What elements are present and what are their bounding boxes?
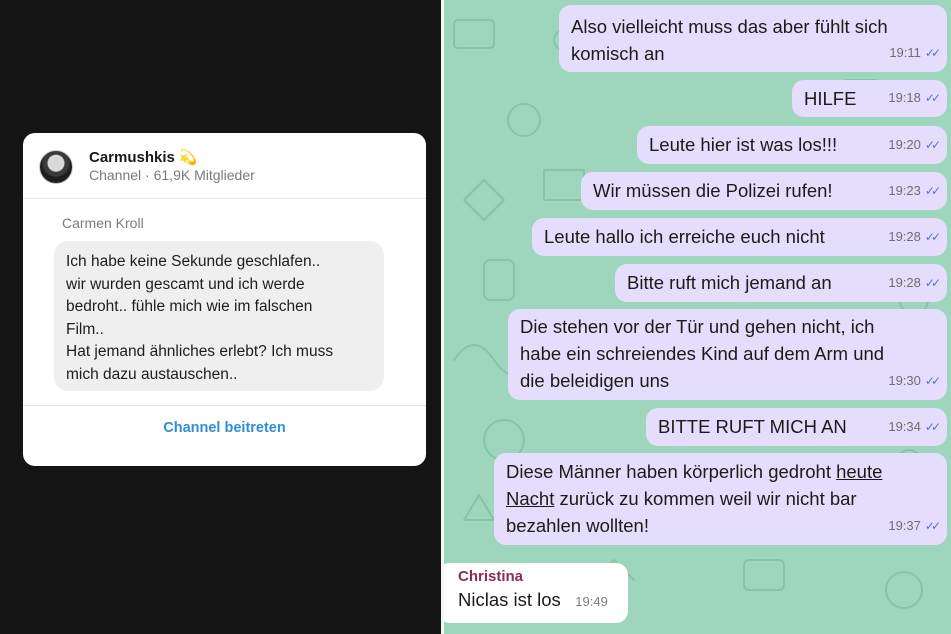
message-meta: 19:28 ✓✓	[888, 223, 941, 251]
message-meta: 19:30 ✓✓	[888, 367, 941, 395]
channel-name[interactable]: Carmushkis 💫	[89, 148, 198, 166]
member-count: 61,9K Mitglieder	[153, 167, 255, 183]
channel-header: Carmushkis 💫 Channel · 61,9K Mitglieder	[23, 133, 426, 199]
channel-meta: Channel · 61,9K Mitglieder	[89, 167, 255, 183]
message-meta: 19:23 ✓✓	[888, 177, 941, 205]
double-check-icon: ✓✓	[924, 519, 941, 533]
underlined-text: heute	[836, 461, 883, 482]
double-check-icon: ✓✓	[924, 230, 941, 244]
message-text: Diese Männer haben körperlich gedroht he…	[506, 458, 935, 539]
double-check-icon: ✓✓	[924, 420, 941, 434]
message-time: 19:37	[888, 518, 921, 533]
message-time: 19:34	[888, 419, 921, 434]
message-meta: 19:37 ✓✓	[888, 512, 941, 540]
channel-avatar[interactable]	[39, 150, 73, 184]
outgoing-message[interactable]: Leute hallo ich erreiche euch nicht 19:2…	[532, 218, 947, 256]
message-text: Die stehen vor der Tür und gehen nicht, …	[520, 316, 885, 391]
message-meta: 19:34 ✓✓	[888, 413, 941, 441]
message-text: Leute hallo ich erreiche euch nicht	[544, 226, 825, 247]
chat-screenshot-panel: Also vielleicht muss das aber fühlt sich…	[444, 0, 951, 634]
message-time: 19:23	[888, 183, 921, 198]
message-time: 19:49	[575, 594, 608, 609]
message-sender: Carmen Kroll	[62, 215, 144, 231]
outgoing-message[interactable]: BITTE RUFT MICH AN 19:34 ✓✓	[646, 408, 947, 446]
channel-preview-card: Carmushkis 💫 Channel · 61,9K Mitglieder C…	[23, 133, 426, 466]
double-check-icon: ✓✓	[924, 138, 941, 152]
outgoing-message[interactable]: Also vielleicht muss das aber fühlt sich…	[559, 5, 947, 72]
message-text-part: Diese Männer haben körperlich gedroht	[506, 461, 837, 482]
double-check-icon: ✓✓	[924, 184, 941, 198]
message-meta: 19:20 ✓✓	[888, 131, 941, 159]
message-time: 19:28	[888, 229, 921, 244]
underlined-text: Nacht	[506, 488, 555, 509]
outgoing-message[interactable]: Diese Männer haben körperlich gedroht he…	[494, 453, 947, 545]
left-screenshot-panel: Carmushkis 💫 Channel · 61,9K Mitglieder C…	[0, 0, 441, 634]
message-text: Niclas ist los	[458, 589, 561, 610]
meta-separator: ·	[145, 167, 150, 183]
message-time: 19:30	[888, 373, 921, 388]
message-meta: 19:28 ✓✓	[888, 269, 941, 297]
divider	[23, 405, 426, 406]
message-time: 19:28	[888, 275, 921, 290]
channel-type-label: Channel	[89, 167, 142, 183]
outgoing-message[interactable]: Bitte ruft mich jemand an 19:28 ✓✓	[615, 264, 947, 302]
message-author: Christina	[458, 568, 524, 585]
incoming-message[interactable]: Christina Niclas ist los 19:49	[444, 563, 628, 623]
channel-message-bubble: Ich habe keine Sekunde geschlafen.. wir …	[54, 241, 384, 391]
channel-name-text: Carmushkis	[89, 149, 175, 166]
message-text: Also vielleicht muss das aber fühlt sich…	[571, 16, 888, 64]
join-channel-button[interactable]: Channel beitreten	[23, 420, 426, 436]
outgoing-message[interactable]: Wir müssen die Polizei rufen! 19:23 ✓✓	[581, 172, 947, 210]
message-meta: 19:11 ✓✓	[889, 39, 941, 67]
outgoing-message[interactable]: HILFE 19:18 ✓✓	[792, 80, 947, 117]
outgoing-message[interactable]: Leute hier ist was los!!! 19:20 ✓✓	[637, 126, 947, 164]
double-check-icon: ✓✓	[924, 374, 941, 388]
message-time: 19:11	[889, 45, 921, 60]
outgoing-message[interactable]: Die stehen vor der Tür und gehen nicht, …	[508, 309, 947, 400]
message-text: Wir müssen die Polizei rufen!	[593, 180, 833, 201]
double-check-icon: ✓✓	[924, 276, 941, 290]
dizzy-star-icon: 💫	[178, 149, 198, 166]
message-text-part: zurück zu kommen weil wir nicht bar beza…	[506, 488, 857, 536]
double-check-icon: ✓✓	[924, 91, 941, 105]
message-meta: 19:18 ✓✓	[888, 84, 941, 112]
double-check-icon: ✓✓	[924, 46, 941, 60]
channel-message-text: Ich habe keine Sekunde geschlafen.. wir …	[66, 253, 334, 383]
message-time: 19:20	[888, 137, 921, 152]
message-time: 19:18	[888, 90, 921, 105]
